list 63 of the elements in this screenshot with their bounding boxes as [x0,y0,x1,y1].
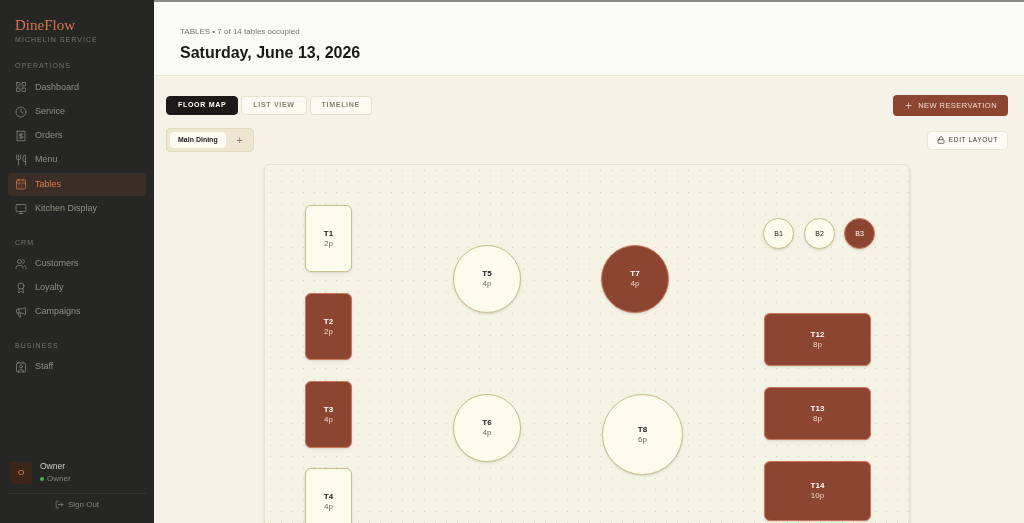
table-seats: 4p [324,501,333,512]
table-seats: 2p [324,326,333,337]
table-seats: 4p [630,279,640,289]
table-seats: 2p [324,238,333,249]
nav-item[interactable]: Tables [8,172,146,196]
calendar-icon [15,178,27,191]
table-seats: 10p [810,491,825,501]
table-name: T1 [323,228,334,239]
page-title: Saturday, June 13, 2026 [180,43,362,63]
page-subtitle: TABLES • 7 of 14 tables occupied [180,26,301,38]
grid-icon [15,81,27,94]
table-name: T5 [482,269,492,279]
table-seats: 6p [638,434,647,445]
nav-item[interactable]: Dashboard [8,75,146,99]
table[interactable]: T13 8p [764,387,871,440]
users-icon [15,257,27,270]
table-seats: 4p [482,279,492,289]
table-name: T4 [323,491,334,502]
table[interactable]: T5 4p [453,245,521,313]
megaphone-icon [15,306,27,319]
nav-item[interactable]: Staff [8,355,146,379]
table-seats: 8p [813,339,822,350]
nav-item[interactable]: Menu [8,148,146,172]
table[interactable]: T1 2p [305,205,352,272]
table-name: T13 [810,403,825,414]
nav-item[interactable]: Campaigns [8,300,146,324]
table-name: T2 [323,316,334,327]
table-name: T3 [323,404,334,415]
table-name: T8 [637,424,648,435]
plus-icon [904,101,914,110]
table-name: T7 [630,269,640,279]
monitor-icon [15,202,27,215]
sign-out-button[interactable]: Sign Out [8,493,146,515]
table[interactable]: T14 10p [764,461,871,521]
table[interactable]: T7 4p [601,245,669,313]
nav-item[interactable]: Kitchen Display [8,197,146,221]
id-badge-icon [15,360,27,373]
brand-name: DineFlow [14,16,76,35]
table-name: T6 [482,418,492,428]
clock-icon [15,105,27,118]
receipt-icon [15,129,27,142]
avatar-initial: O [17,466,25,479]
table[interactable]: T6 4p [453,394,521,462]
user-name: Owner [40,460,67,473]
table[interactable]: T3 4p [305,381,352,448]
table-name: T14 [810,481,825,491]
table-seats: 4p [324,414,333,425]
table[interactable]: T12 8p [764,313,871,366]
table[interactable]: T4 4p [305,468,352,523]
lock-icon [936,136,945,144]
table-name: T12 [810,329,825,340]
user-role: Owner [47,473,71,485]
nav-item[interactable]: Orders [8,124,146,148]
nav-item[interactable]: Service [8,100,146,124]
utensils-icon [15,154,27,167]
nav-item[interactable]: Loyalty [8,276,146,300]
nav-item[interactable]: Customers [8,252,146,276]
table-seats: 4p [482,428,492,438]
sign-out-icon [54,500,64,509]
table-seats: 8p [813,413,822,424]
award-icon [15,281,27,294]
table[interactable]: T2 2p [305,293,352,360]
table[interactable]: T8 6p [602,394,683,475]
